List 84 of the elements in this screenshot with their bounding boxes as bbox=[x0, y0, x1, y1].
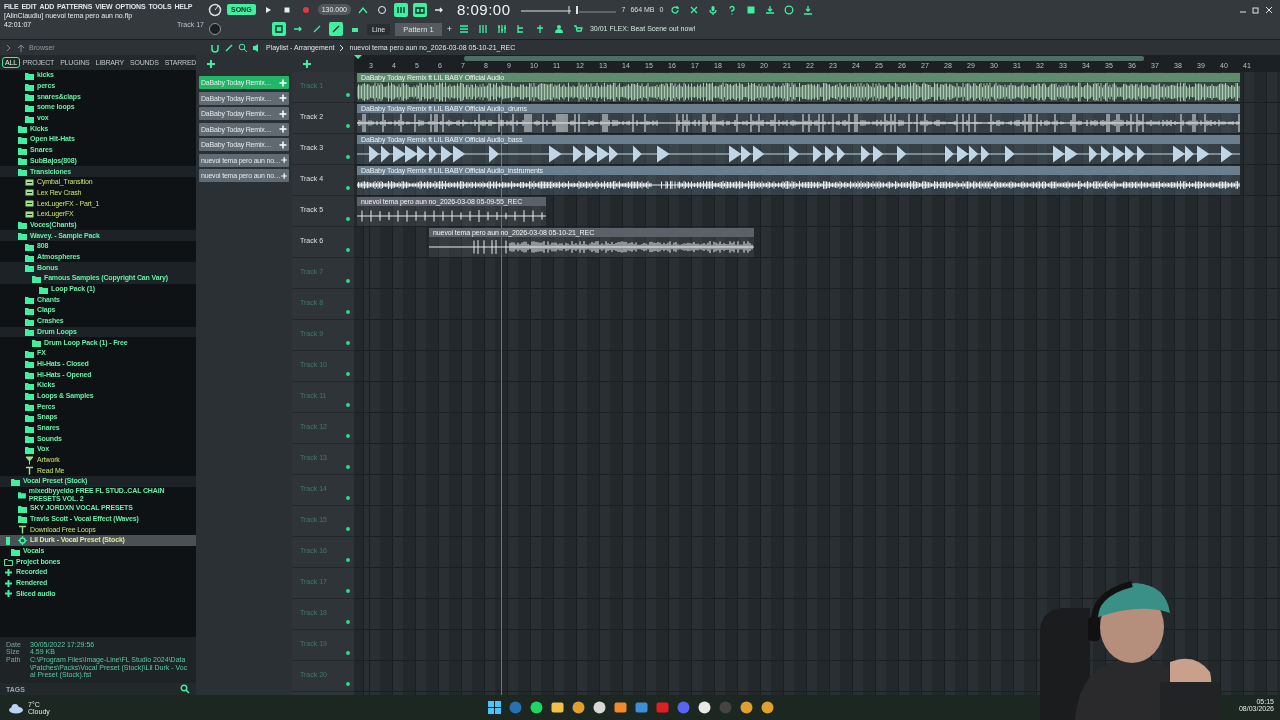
magnet-icon[interactable] bbox=[210, 42, 220, 53]
scrollbar[interactable] bbox=[464, 56, 1144, 61]
microphone-icon[interactable] bbox=[708, 4, 719, 15]
add-icon[interactable] bbox=[279, 109, 287, 118]
track-led[interactable] bbox=[346, 558, 350, 562]
step-icon bbox=[395, 4, 406, 15]
piano-roll-button[interactable] bbox=[272, 22, 286, 37]
app-icon[interactable] bbox=[551, 701, 564, 714]
plus-icon[interactable] bbox=[302, 58, 312, 69]
cloud-icon bbox=[8, 701, 24, 714]
save-icon[interactable] bbox=[746, 4, 757, 15]
app-icon[interactable] bbox=[740, 701, 753, 714]
track-led[interactable] bbox=[346, 372, 350, 376]
add-pattern-button[interactable]: + bbox=[446, 24, 452, 35]
plus-icon bbox=[4, 567, 13, 577]
pencil-icon[interactable] bbox=[224, 42, 234, 53]
zoom-icon[interactable] bbox=[238, 42, 248, 53]
track-led[interactable] bbox=[346, 651, 350, 655]
track-led[interactable] bbox=[346, 341, 350, 345]
track-led[interactable] bbox=[346, 248, 350, 252]
add-icon[interactable] bbox=[279, 140, 287, 149]
track-led[interactable] bbox=[346, 465, 350, 469]
text-file-icon bbox=[18, 525, 27, 535]
plus-icon[interactable] bbox=[206, 58, 216, 69]
track-led[interactable] bbox=[346, 527, 350, 531]
channel-rack-icon[interactable] bbox=[477, 24, 488, 35]
track-led[interactable] bbox=[346, 682, 350, 686]
track-led[interactable] bbox=[346, 124, 350, 128]
audio-file-icon bbox=[25, 188, 34, 198]
cpu-meter-drawing bbox=[576, 4, 617, 15]
download-icon[interactable] bbox=[803, 4, 814, 15]
app-icon[interactable] bbox=[614, 701, 627, 714]
close-icon[interactable] bbox=[1264, 4, 1274, 15]
add-icon[interactable] bbox=[280, 171, 287, 180]
start-icon[interactable] bbox=[488, 701, 501, 714]
audio-file-icon bbox=[25, 199, 34, 209]
plus-icon bbox=[4, 578, 13, 588]
app-icon[interactable] bbox=[593, 701, 606, 714]
app-icon[interactable] bbox=[572, 701, 585, 714]
person-icon[interactable] bbox=[553, 24, 564, 35]
mixer-icon[interactable] bbox=[496, 24, 507, 35]
text-file-icon bbox=[25, 466, 34, 476]
app-icon[interactable] bbox=[698, 701, 711, 714]
track-led[interactable] bbox=[346, 186, 350, 190]
up-arrow-icon[interactable] bbox=[17, 42, 25, 53]
audio-file-icon bbox=[25, 209, 34, 219]
refresh-icon[interactable] bbox=[670, 4, 681, 15]
search-icon[interactable] bbox=[180, 684, 190, 694]
pencil-icon[interactable] bbox=[312, 24, 322, 35]
waveform-monitor-drawing bbox=[521, 4, 572, 15]
record-icon[interactable] bbox=[300, 4, 311, 15]
chevron-icon bbox=[338, 42, 346, 53]
song-time: 8:09:00 bbox=[456, 1, 511, 19]
track-led[interactable] bbox=[346, 403, 350, 407]
keyboard-icon bbox=[414, 4, 425, 15]
keyboard-button[interactable] bbox=[412, 2, 427, 17]
restore-icon[interactable] bbox=[1251, 4, 1261, 15]
track-led[interactable] bbox=[346, 434, 350, 438]
track-led[interactable] bbox=[346, 279, 350, 283]
track-led[interactable] bbox=[346, 93, 350, 97]
knob-icon[interactable] bbox=[208, 22, 222, 37]
track-led[interactable] bbox=[346, 620, 350, 624]
app-icon[interactable] bbox=[530, 701, 543, 714]
audio-file-icon bbox=[25, 177, 34, 187]
cart-icon[interactable] bbox=[572, 24, 583, 35]
track-led[interactable] bbox=[346, 589, 350, 593]
add-icon[interactable] bbox=[279, 125, 287, 133]
slice-icon bbox=[331, 24, 341, 35]
track-led[interactable] bbox=[346, 155, 350, 159]
export-icon[interactable] bbox=[765, 4, 776, 15]
folder-outline-icon bbox=[4, 557, 13, 567]
add-icon[interactable] bbox=[280, 156, 287, 164]
track-led[interactable] bbox=[346, 496, 350, 500]
track-led[interactable] bbox=[346, 217, 350, 221]
slice-button[interactable] bbox=[329, 22, 343, 37]
add-icon[interactable] bbox=[279, 94, 287, 102]
help-icon[interactable] bbox=[727, 4, 738, 15]
app-icon[interactable] bbox=[761, 701, 774, 714]
piano-roll-icon bbox=[274, 24, 284, 35]
plus-icon bbox=[4, 589, 13, 599]
step-button[interactable] bbox=[393, 2, 408, 17]
track-led[interactable] bbox=[346, 310, 350, 314]
folder-icon bbox=[11, 546, 20, 556]
playlist-icon[interactable] bbox=[458, 24, 469, 35]
